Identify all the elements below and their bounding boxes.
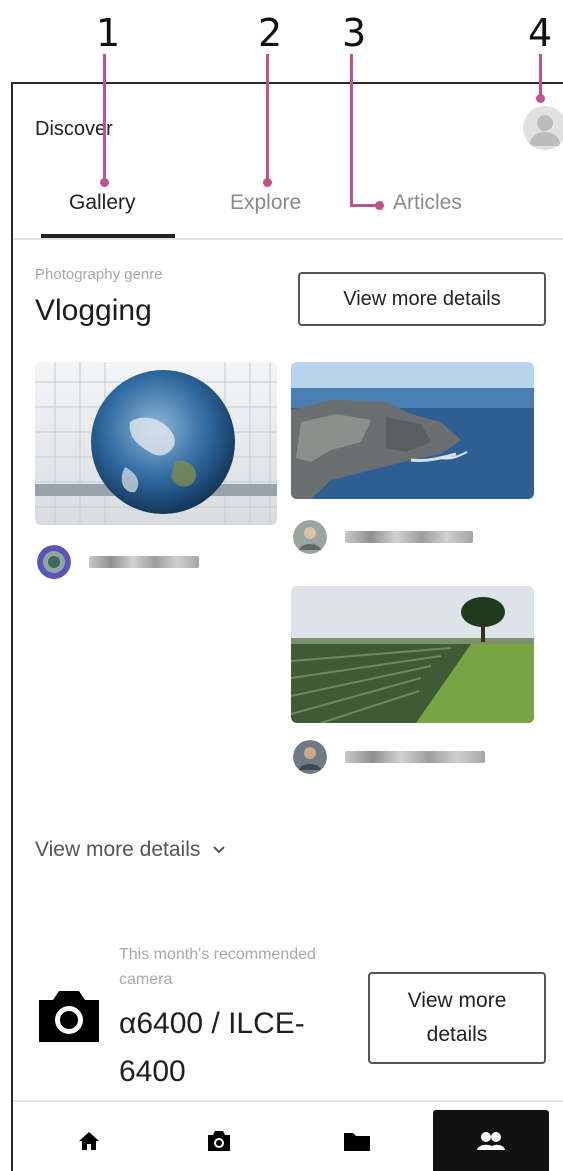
nav-home[interactable] — [35, 1110, 143, 1171]
nav-camera[interactable] — [165, 1110, 273, 1171]
callout-dot-1 — [100, 178, 109, 187]
callout-line-2 — [266, 54, 269, 182]
coastal-cliffs-photo — [291, 362, 534, 499]
farm-field-tree-photo — [291, 586, 534, 723]
user-name — [89, 556, 199, 568]
gallery-photo-coast[interactable] — [291, 362, 534, 499]
profile-avatar-button[interactable] — [523, 106, 563, 150]
tabs-divider — [13, 238, 563, 240]
callout-dot-3 — [375, 201, 384, 210]
gallery-user-row[interactable] — [293, 740, 485, 774]
callout-line-4 — [539, 54, 542, 98]
folder-icon — [344, 1133, 370, 1151]
nav-folder[interactable] — [303, 1110, 411, 1171]
user-name — [345, 751, 485, 763]
gallery-user-row[interactable] — [293, 520, 473, 554]
callout-dot-4 — [536, 94, 545, 103]
camera-icon — [208, 1131, 230, 1151]
tab-articles[interactable]: Articles — [393, 191, 462, 215]
gallery-photo-field[interactable] — [291, 586, 534, 723]
tab-explore[interactable]: Explore — [230, 191, 301, 215]
view-more-details-link[interactable]: View more details — [35, 838, 226, 862]
nav-community[interactable] — [433, 1110, 549, 1171]
camera-icon — [39, 991, 99, 1042]
people-icon — [477, 1132, 505, 1150]
genre-name: Vlogging — [35, 294, 152, 327]
user-avatar — [293, 740, 327, 774]
callout-hline-3 — [350, 204, 378, 207]
chevron-down-icon — [213, 846, 226, 854]
camera-details-button[interactable]: View more details — [368, 972, 546, 1064]
genre-caption: Photography genre — [35, 266, 163, 283]
recommended-camera-name: α6400 / ILCE-6400 — [119, 1007, 305, 1088]
user-name — [345, 531, 473, 543]
callout-dot-2 — [263, 178, 272, 187]
home-icon — [79, 1132, 99, 1150]
recommended-caption: This month's recommended camera — [119, 946, 316, 988]
callout-number-2: 2 — [258, 11, 283, 55]
gallery-photo-globe[interactable] — [35, 362, 277, 525]
bottom-navigation — [13, 1100, 563, 1171]
user-avatar — [293, 520, 327, 554]
callout-number-4: 4 — [528, 11, 553, 55]
genre-details-button[interactable]: View more details — [298, 272, 546, 326]
app-screen: Discover Gallery Explore Articles Photog… — [11, 82, 563, 1171]
callout-line-3 — [350, 54, 353, 207]
page-title: Discover — [35, 118, 113, 140]
user-icon — [529, 115, 561, 146]
user-avatar — [37, 545, 71, 579]
view-more-label: View more details — [35, 838, 201, 861]
globe-sculpture-photo — [35, 362, 277, 525]
tab-gallery[interactable]: Gallery — [69, 191, 136, 215]
callout-line-1 — [103, 54, 106, 182]
gallery-user-row[interactable] — [37, 545, 199, 579]
callout-number-1: 1 — [96, 11, 121, 55]
callout-number-3: 3 — [342, 11, 367, 55]
